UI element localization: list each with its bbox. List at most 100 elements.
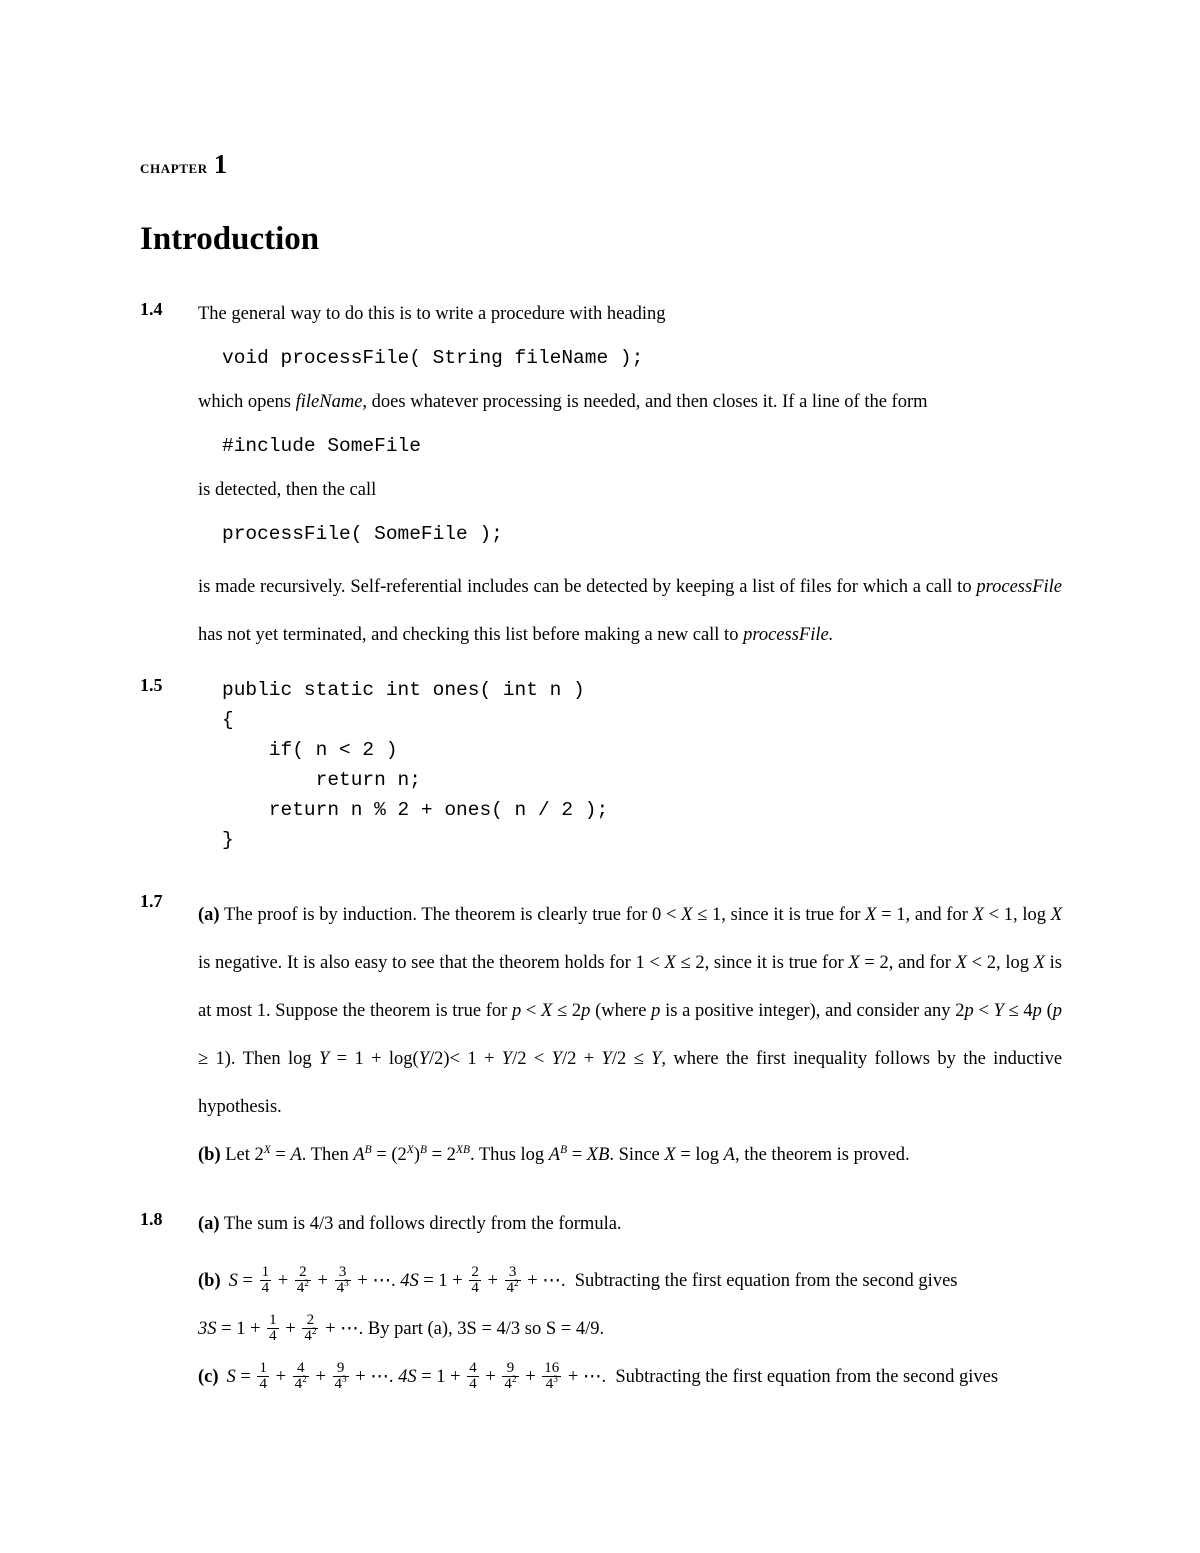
period: . xyxy=(390,1270,396,1291)
plus-sign: + xyxy=(452,1270,463,1291)
plus-sign: + xyxy=(325,1318,336,1339)
filename-italic: fileName, xyxy=(295,391,368,412)
first-term: 1 xyxy=(436,1366,446,1387)
var-p: p xyxy=(964,1000,974,1021)
denominator: 4 xyxy=(259,1280,272,1297)
text-seg: = (2 xyxy=(371,1144,407,1165)
denominator: 42 xyxy=(292,1376,309,1393)
fraction: 16 43 xyxy=(542,1360,562,1393)
text-seg: The sum is 4/3 and follows directly from… xyxy=(223,1213,622,1234)
text-seg: . Then xyxy=(301,1144,354,1165)
plus-sign: + xyxy=(285,1318,296,1339)
den-base: 4 xyxy=(506,1280,515,1297)
processfile-italic-1: processFile xyxy=(976,576,1062,597)
paragraph-part-b: (b) Let 2X = A. Then AB = (2X)B = 2XB. T… xyxy=(198,1131,1062,1179)
code-snippet-include: #include SomeFile xyxy=(222,434,421,457)
first-term: 1 xyxy=(438,1270,448,1291)
equals-sign: = xyxy=(221,1318,232,1339)
plus-sign: + xyxy=(525,1366,536,1387)
text-seg: < xyxy=(521,1000,542,1021)
exercise-body: (a) The proof is by induction. The theor… xyxy=(198,891,1062,1179)
paragraph-is-detected: is detected, then the call xyxy=(198,479,377,500)
var-x: X xyxy=(664,952,676,973)
text-post: does whatever processing is needed, and … xyxy=(367,391,928,412)
fraction: 44 xyxy=(467,1360,479,1393)
text-seg: = log xyxy=(675,1144,724,1165)
denominator: 42 xyxy=(294,1279,311,1297)
numerator: 1 xyxy=(261,1263,270,1280)
part-label-c: (c) xyxy=(198,1366,219,1387)
text-seg: ≤ 2, since it is true for xyxy=(675,952,849,973)
chapter-heading: Chapter 1 xyxy=(140,149,1062,180)
formula-b-eq1: S = 14 + 2 42 + 3 43 + ⋯. 4S = 1 + 24 + 34… xyxy=(228,1264,566,1296)
den-base: 4 xyxy=(504,1376,512,1393)
den-exponent: 3 xyxy=(342,1375,347,1386)
numerator: 1 xyxy=(269,1311,277,1328)
numerator: 2 xyxy=(299,1263,307,1280)
text-seg: = 2 xyxy=(427,1144,456,1165)
text-seg: By part (a), 3S = 4/3 so S = 4/9. xyxy=(367,1318,605,1339)
text-seg: . Thus log xyxy=(469,1144,549,1165)
den-base: 4 xyxy=(469,1376,477,1393)
fraction: 24 xyxy=(469,1263,481,1297)
fraction: 2 42 xyxy=(294,1263,311,1297)
den-base: 4 xyxy=(261,1280,270,1297)
var-y: Y xyxy=(319,1048,330,1069)
den-base: 4 xyxy=(269,1328,277,1345)
period: . xyxy=(560,1270,566,1291)
plus-sign: + xyxy=(450,1366,461,1387)
plus-sign: + xyxy=(567,1366,579,1387)
code-block-ones-method: public static int ones( int n ) { if( n … xyxy=(222,678,609,851)
plus-sign: + xyxy=(317,1270,328,1291)
text-seg: = xyxy=(270,1144,291,1165)
processfile-italic-2: processFile. xyxy=(743,624,834,645)
var-y: Y xyxy=(551,1048,562,1069)
text-seg: The proof is by induction. The theorem i… xyxy=(223,904,682,925)
exercise-body: public static int ones( int n ) { if( n … xyxy=(198,675,1062,855)
exercise-1-7: 1.7 (a) The proof is by induction. The t… xyxy=(140,891,1062,1179)
text-seg: < 1, log xyxy=(983,904,1051,925)
plus-sign: + xyxy=(527,1270,538,1291)
den-base: 4 xyxy=(259,1376,267,1393)
plus-sign: + xyxy=(250,1318,261,1339)
part-label-a: (a) xyxy=(198,1213,220,1234)
var-x: X xyxy=(972,904,984,925)
denominator: 4 xyxy=(257,1376,269,1393)
den-base: 4 xyxy=(336,1280,345,1297)
var-x: X xyxy=(955,952,967,973)
formula-lhs: S xyxy=(228,1270,238,1291)
var-xb: XB xyxy=(586,1144,610,1165)
exercise-number: 1.5 xyxy=(140,674,163,695)
first-term: 1 xyxy=(236,1318,246,1339)
formula-lhs: 4S xyxy=(398,1366,417,1387)
equals-sign: = xyxy=(240,1366,251,1387)
ellipsis: ⋯ xyxy=(582,1366,602,1387)
part-label-a: (a) xyxy=(198,904,220,925)
numerator: 3 xyxy=(508,1263,517,1280)
den-exponent: 2 xyxy=(304,1279,309,1290)
var-a: A xyxy=(353,1144,365,1165)
var-p: p xyxy=(511,1000,522,1021)
text-seg: Let 2 xyxy=(225,1144,264,1165)
var-p: p xyxy=(651,1000,661,1021)
denominator: 4 xyxy=(267,1328,279,1345)
text-seg: is a positive integer), and consider any… xyxy=(660,1000,965,1021)
var-p: p xyxy=(1032,1000,1042,1021)
text-seg: (where xyxy=(590,1000,652,1021)
fraction: 9 43 xyxy=(332,1360,349,1393)
formula-lhs: 4S xyxy=(400,1270,419,1291)
text-seg: < xyxy=(973,1000,994,1021)
den-exponent: 3 xyxy=(344,1279,349,1290)
paragraph-recursive-explanation: is made recursively. Self-referential in… xyxy=(198,563,1062,659)
fraction: 14 xyxy=(259,1263,272,1297)
ellipsis: ⋯ xyxy=(372,1270,391,1291)
superscript-b: B xyxy=(364,1143,372,1156)
exercise-body: The general way to do this is to write a… xyxy=(198,299,1062,659)
den-base: 4 xyxy=(334,1376,343,1393)
denominator: 43 xyxy=(334,1279,351,1297)
ellipsis: ⋯ xyxy=(542,1270,561,1291)
period: . xyxy=(601,1366,607,1387)
text-seg: ≥ 1). Then log xyxy=(198,1048,319,1069)
text-seg: /2 ≤ xyxy=(611,1048,652,1069)
numerator: 2 xyxy=(471,1263,479,1280)
